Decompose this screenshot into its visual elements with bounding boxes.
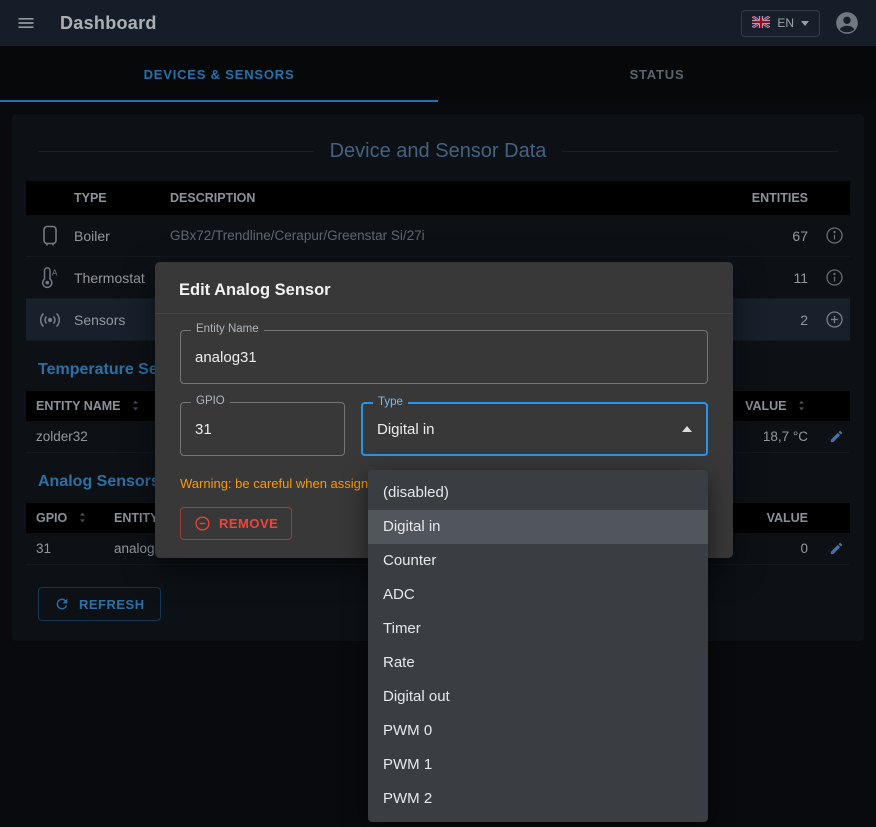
gpio-label: GPIO (191, 395, 230, 407)
menu-item-digital-out[interactable]: Digital out (368, 680, 708, 714)
remove-button[interactable]: REMOVE (180, 507, 292, 540)
type-select[interactable]: Type Digital in (361, 402, 708, 456)
gpio-input[interactable] (195, 421, 330, 438)
type-label: Type (373, 396, 408, 408)
dialog-title: Edit Analog Sensor (155, 262, 733, 314)
entity-name-field: Entity Name (180, 330, 708, 384)
menu-item-digital-in[interactable]: Digital in (368, 510, 708, 544)
menu-item-pwm-1[interactable]: PWM 1 (368, 748, 708, 782)
menu-item-disabled[interactable]: (disabled) (368, 476, 708, 510)
entity-name-label: Entity Name (191, 323, 264, 335)
menu-item-pwm-2[interactable]: PWM 2 (368, 782, 708, 816)
menu-item-rate[interactable]: Rate (368, 646, 708, 680)
type-selected-value: Digital in (377, 421, 435, 438)
type-dropdown-menu: (disabled) Digital in Counter ADC Timer … (368, 470, 708, 822)
gpio-field: GPIO (180, 402, 345, 456)
menu-item-counter[interactable]: Counter (368, 544, 708, 578)
menu-item-adc[interactable]: ADC (368, 578, 708, 612)
entity-name-input[interactable] (195, 349, 693, 366)
minus-circle-icon (194, 515, 211, 532)
menu-item-pwm-0[interactable]: PWM 0 (368, 714, 708, 748)
menu-item-timer[interactable]: Timer (368, 612, 708, 646)
chevron-up-icon (682, 426, 692, 432)
